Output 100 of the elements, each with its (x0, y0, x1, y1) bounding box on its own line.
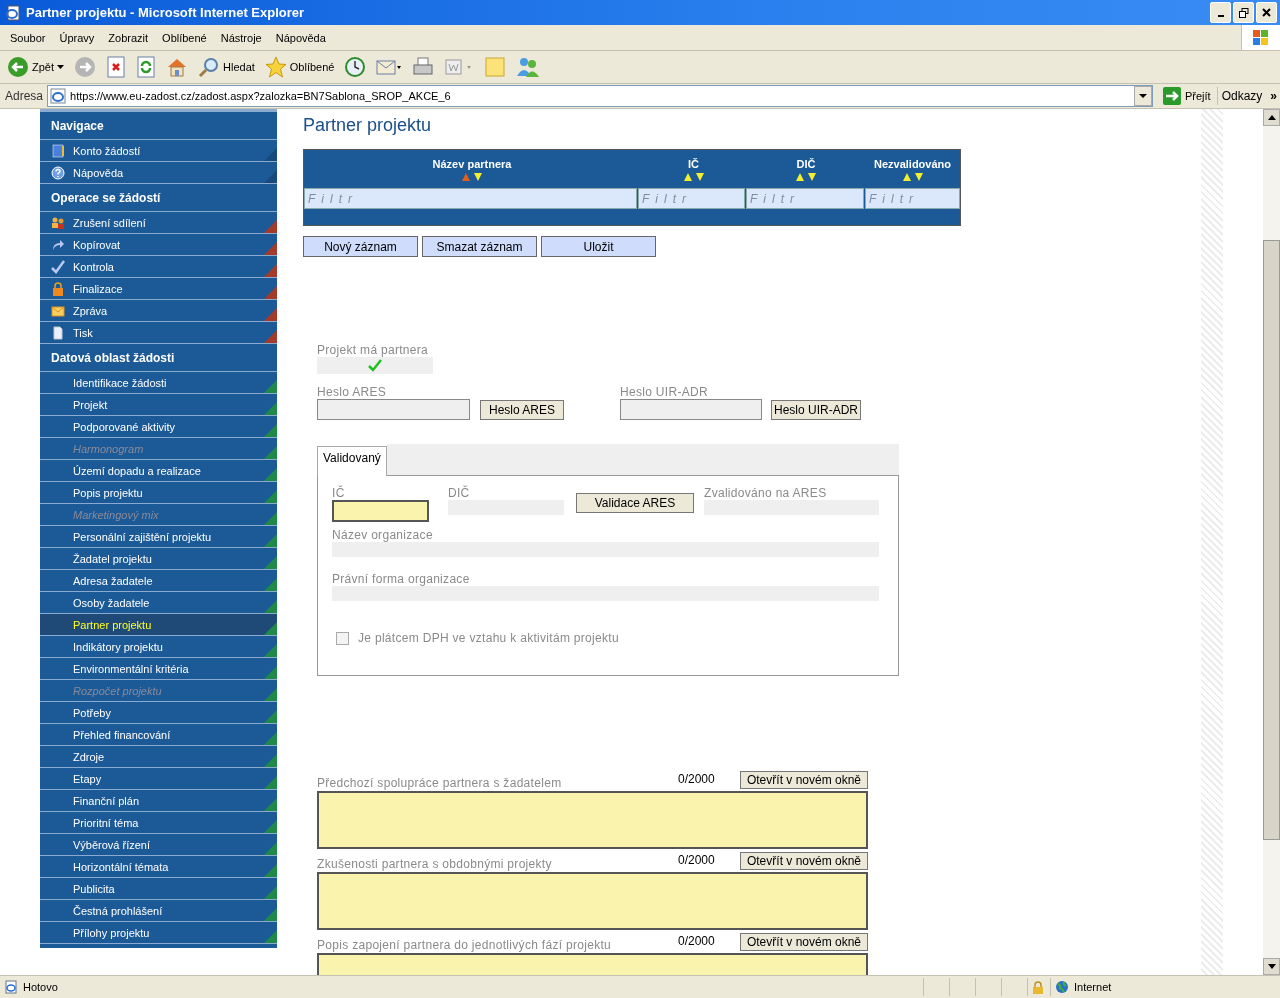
tab[interactable]: Validovaný (317, 446, 387, 476)
password-button[interactable]: Heslo ARES (480, 399, 565, 420)
menu-item[interactable]: Soubor (3, 31, 53, 44)
sidebar-item[interactable]: Kontrola (40, 256, 277, 278)
sidebar-item[interactable]: Identifikace žádosti (40, 372, 277, 394)
page-icon (51, 325, 65, 340)
scrollbar[interactable] (1263, 109, 1280, 975)
sidebar-item[interactable]: Projekt (40, 394, 277, 416)
toolbar-button[interactable]: Zpět (3, 54, 68, 80)
address-label: Adresa (5, 89, 44, 103)
sidebar-item[interactable]: Přílohy projektu (40, 922, 277, 944)
sidebar-item[interactable]: Prioritní téma (40, 812, 277, 834)
curved-arrow-icon (51, 237, 65, 252)
sidebar-item[interactable]: Zdroje (40, 746, 277, 768)
field-label: Právní forma organizace (332, 572, 471, 586)
open-in-new-window-button[interactable]: Otevřít v novém okně (739, 771, 868, 789)
sort-arrows-icon[interactable] (682, 171, 705, 181)
sort-arrows-icon[interactable] (461, 171, 483, 181)
right-arrow-icon (1162, 87, 1181, 105)
sidebar-item[interactable]: Publicita (40, 878, 277, 900)
menu-item[interactable]: Oblíbené (155, 31, 214, 44)
menu-item[interactable]: Nástroje (213, 31, 269, 44)
menu-item[interactable]: Zobrazit (101, 31, 156, 44)
address-field[interactable]: https://www.eu-zadost.cz/zadost.aspx?zalozka=BN7Sablona_SROP_AKCE_6 (47, 85, 1153, 107)
scroll-down-icon (1267, 964, 1276, 969)
sidebar-item[interactable]: Etapy (40, 768, 277, 790)
more-chevron[interactable]: » (1270, 89, 1277, 103)
sidebar-item[interactable]: Kopírovat (40, 234, 277, 256)
sidebar-item[interactable]: Horizontální témata (40, 856, 277, 878)
field-label: Název organizace (332, 528, 434, 542)
notebook-icon (51, 143, 65, 158)
grid-action-button[interactable]: Uložit (541, 236, 656, 257)
sidebar-item[interactable]: Adresa žadatele (40, 570, 277, 592)
refresh-icon (136, 56, 156, 78)
history-clock-icon (344, 56, 367, 78)
column-header[interactable]: Nezvalidováno (865, 150, 960, 188)
sidebar-item[interactable]: Území dopadu a realizace (40, 460, 277, 482)
help-icon (51, 165, 65, 180)
sidebar-item[interactable]: Environmentální kritéria (40, 658, 277, 680)
validate-button[interactable]: Validace ARES (576, 493, 694, 513)
restore-button[interactable] (1233, 2, 1254, 23)
envelope-icon (51, 303, 65, 318)
go-button[interactable]: Přejít (1156, 87, 1218, 105)
text-area[interactable] (317, 791, 868, 849)
sidebar-item[interactable]: Personální zajištění projektu (40, 526, 277, 548)
zone-text: Internet (1074, 981, 1112, 993)
filter-field[interactable]: Filtr (865, 188, 960, 209)
column-header[interactable]: DIČ (747, 150, 865, 188)
filter-field[interactable]: Filtr (304, 188, 637, 209)
character-counter: 0/2000 (677, 772, 716, 786)
filter-field[interactable]: Filtr (638, 188, 745, 209)
menu-item[interactable]: Úpravy (52, 31, 102, 44)
toolbar-button[interactable]: Oblíbené (260, 54, 339, 80)
restore-icon (1238, 7, 1249, 18)
sort-arrows-icon[interactable] (795, 171, 817, 181)
minimize-button[interactable] (1210, 2, 1231, 23)
grid-action-button[interactable]: Nový záznam (303, 236, 418, 257)
sidebar-item[interactable]: Čestná prohlášení (40, 900, 277, 922)
sidebar-item[interactable]: Žadatel projektu (40, 548, 277, 570)
window-title: Partner projektu - Microsoft Internet Explorer (26, 5, 306, 20)
sidebar-item[interactable]: Nápověda (40, 162, 277, 184)
toolbar-button[interactable]: Hledat (194, 54, 259, 80)
field-label: Heslo UIR-ADR (620, 385, 709, 399)
sidebar-item[interactable]: Indikátory projektu (40, 636, 277, 658)
password-field[interactable] (620, 399, 762, 420)
sidebar-item[interactable]: Podporované aktivity (40, 416, 277, 438)
scroll-thumb[interactable] (1263, 240, 1280, 840)
menu-item[interactable]: Nápověda (268, 31, 333, 44)
sort-arrows-icon[interactable] (901, 171, 924, 181)
text-area[interactable] (317, 872, 868, 930)
field-label: IČ (332, 486, 346, 500)
password-field[interactable] (317, 399, 470, 420)
sidebar-item[interactable]: Popis projektu (40, 482, 277, 504)
sidebar-item[interactable]: Výběrová řízení (40, 834, 277, 856)
field-label: Zvalidováno na ARES (704, 486, 828, 500)
column-header[interactable]: Název partnera (304, 150, 640, 188)
stop-page-icon (106, 56, 126, 78)
sidebar-item[interactable]: Zrušení sdílení (40, 212, 277, 234)
column-header[interactable]: IČ (640, 150, 747, 188)
globe-icon (1055, 980, 1069, 994)
scroll-up-icon (1267, 115, 1276, 120)
sidebar-item[interactable]: Partner projektu (40, 614, 277, 636)
open-in-new-window-button[interactable]: Otevřít v novém okně (739, 852, 868, 870)
minimize-icon (1217, 14, 1224, 17)
sidebar-item[interactable]: Finanční plán (40, 790, 277, 812)
filter-field[interactable]: Filtr (746, 188, 864, 209)
close-button[interactable] (1256, 2, 1277, 23)
status-text: Hotovo (23, 981, 58, 993)
close-icon (1262, 8, 1271, 17)
open-in-new-window-button[interactable]: Otevřít v novém okně (739, 933, 868, 951)
password-button[interactable]: Heslo UIR-ADR (771, 399, 861, 420)
links-label[interactable]: Odkazy (1221, 89, 1263, 103)
sidebar-item[interactable]: Potřeby (40, 702, 277, 724)
field-label: Popis zapojení partnera do jednotlivých fází projektu (317, 938, 613, 952)
ic-input-field[interactable] (332, 500, 429, 522)
sidebar-item[interactable]: Přehled financování (40, 724, 277, 746)
page-icon (4, 980, 18, 994)
sidebar-item[interactable]: Tisk (40, 322, 277, 344)
people-icon (51, 215, 65, 230)
grid-action-button[interactable]: Smazat záznam (422, 236, 537, 257)
